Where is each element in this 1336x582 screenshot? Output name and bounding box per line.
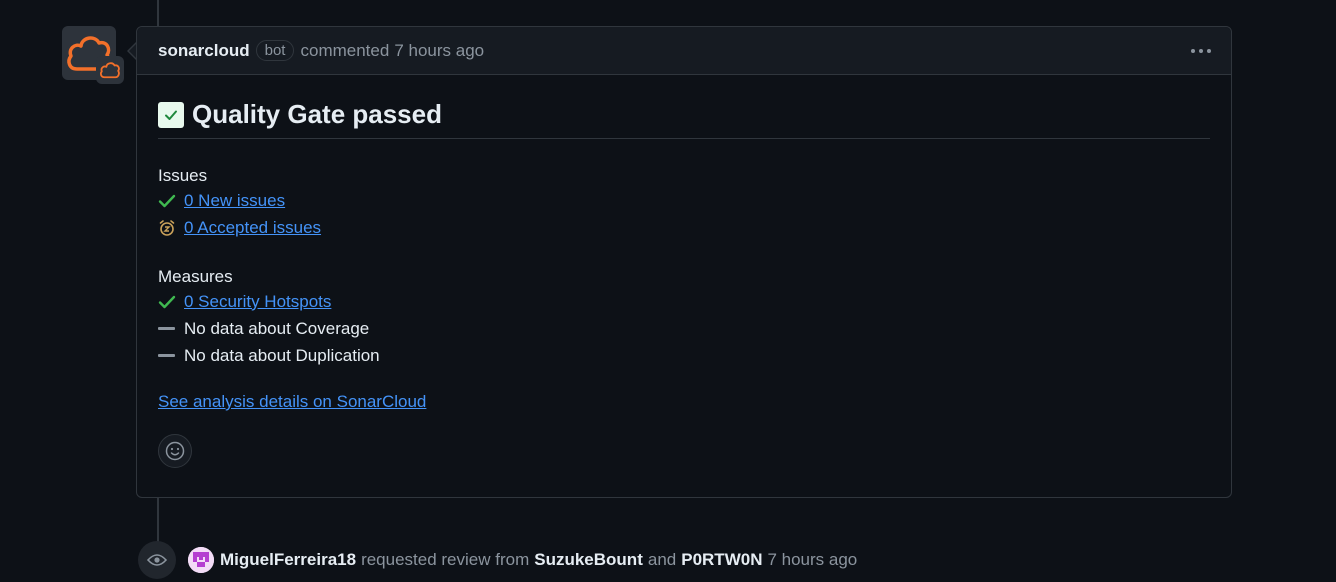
measures-heading: Measures xyxy=(158,267,233,286)
quality-gate-heading: Quality Gate passed xyxy=(158,99,1210,139)
accepted-issues-link[interactable]: 0 Accepted issues xyxy=(184,217,321,239)
kebab-dot xyxy=(1191,48,1195,53)
coverage-text: No data about Coverage xyxy=(184,318,370,338)
sonarcloud-avatar-badge xyxy=(96,56,124,84)
list-item: 0 Accepted issues xyxy=(158,214,1210,241)
comment-action: commented xyxy=(300,40,390,60)
dash-icon xyxy=(158,327,184,330)
comment-author[interactable]: sonarcloud xyxy=(158,41,250,61)
reviewer-username[interactable]: P0RTW0N xyxy=(681,550,762,570)
checked-box-icon xyxy=(158,101,184,128)
timeline-line xyxy=(157,497,159,543)
duplication-text: No data about Duplication xyxy=(184,345,380,365)
new-issues-link[interactable]: 0 New issues xyxy=(184,190,285,212)
kebab-dot xyxy=(1207,48,1211,53)
add-reaction-button[interactable] xyxy=(158,434,192,468)
smiley-icon xyxy=(165,441,185,461)
comment-timestamp[interactable]: 7 hours ago xyxy=(394,41,484,61)
security-hotspots-link[interactable]: 0 Security Hotspots xyxy=(184,291,331,313)
event-timestamp[interactable]: 7 hours ago xyxy=(767,550,857,570)
list-item: 0 Security Hotspots xyxy=(158,288,1210,315)
event-action-text: requested review from xyxy=(361,550,530,569)
reviewer-username[interactable]: SuzukeBount xyxy=(534,550,643,570)
bot-label: bot xyxy=(255,40,295,61)
list-item: No data about Duplication xyxy=(158,342,1210,369)
check-icon xyxy=(158,193,184,209)
sonarcloud-logo-small-icon xyxy=(100,62,120,79)
quality-gate-title: Quality Gate passed xyxy=(192,99,442,129)
actor-username[interactable]: MiguelFerreira18 xyxy=(220,550,356,570)
list-item: No data about Coverage xyxy=(158,315,1210,342)
timeline: sonarcloud bot commented 7 hours ago Qua… xyxy=(0,0,1336,582)
comment-card: sonarcloud bot commented 7 hours ago Qua… xyxy=(136,26,1232,498)
timeline-line xyxy=(157,0,159,26)
review-request-event: MiguelFerreira18 requested review from S… xyxy=(138,540,862,580)
alarm-clock-icon xyxy=(158,219,184,237)
eye-icon xyxy=(138,541,176,579)
kebab-dot xyxy=(1199,48,1203,53)
dash-icon xyxy=(158,354,184,357)
comment-body: Quality Gate passed Issues 0 New issues xyxy=(137,75,1231,468)
avatar[interactable] xyxy=(188,547,214,573)
check-icon xyxy=(158,294,184,310)
issues-heading: Issues xyxy=(158,166,208,185)
conjunction-text: and xyxy=(647,550,677,569)
list-item: 0 New issues xyxy=(158,187,1210,214)
analysis-details-link[interactable]: See analysis details on SonarCloud xyxy=(158,392,1210,412)
more-options-button[interactable] xyxy=(1191,48,1211,53)
comment-header: sonarcloud bot commented 7 hours ago xyxy=(137,27,1231,75)
